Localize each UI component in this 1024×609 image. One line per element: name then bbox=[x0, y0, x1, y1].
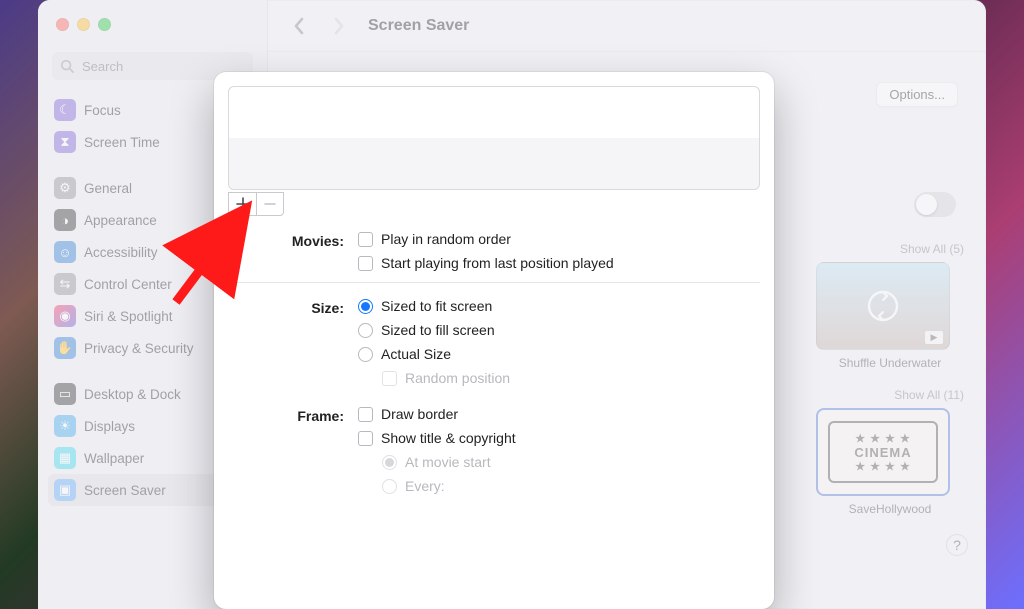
checkbox-icon bbox=[358, 256, 373, 271]
sidebar-item-label: Control Center bbox=[84, 277, 172, 292]
list-row[interactable] bbox=[229, 87, 759, 138]
moon-icon: ☾ bbox=[54, 99, 76, 121]
sidebar-item-label: Screen Time bbox=[84, 135, 160, 150]
section-divider bbox=[228, 282, 760, 283]
show-all-other[interactable]: Show All (11) bbox=[816, 388, 964, 402]
show-all-presets[interactable]: Show All (5) bbox=[816, 242, 964, 256]
page-title: Screen Saver bbox=[368, 17, 469, 35]
sidebar-item-label: Displays bbox=[84, 419, 135, 434]
size-fill-radio[interactable]: Sized to fill screen bbox=[358, 321, 760, 339]
radio-icon bbox=[382, 455, 397, 470]
siri-icon: ◉ bbox=[54, 305, 76, 327]
play-icon: ▶ bbox=[925, 331, 943, 344]
frame-section-label: Frame: bbox=[228, 405, 358, 427]
back-button[interactable] bbox=[288, 15, 310, 37]
add-movie-button[interactable] bbox=[228, 192, 256, 216]
hand-icon: ✋ bbox=[54, 337, 76, 359]
list-row[interactable] bbox=[229, 138, 759, 189]
radio-icon bbox=[382, 479, 397, 494]
checkbox-icon bbox=[358, 232, 373, 247]
sidebar-item-label: Wallpaper bbox=[84, 451, 144, 466]
movies-listbox[interactable] bbox=[228, 86, 760, 190]
dock-icon: ▭ bbox=[54, 383, 76, 405]
radio-icon bbox=[358, 347, 373, 362]
movies-section-label: Movies: bbox=[228, 230, 358, 252]
options-button[interactable]: Options... bbox=[876, 82, 958, 107]
sidebar-item-label: Appearance bbox=[84, 213, 157, 228]
hourglass-icon: ⧗ bbox=[54, 131, 76, 153]
checkbox-icon bbox=[358, 431, 373, 446]
toolbar: Screen Saver bbox=[268, 0, 986, 52]
plus-icon bbox=[236, 197, 250, 211]
thumbnail-shuffle-underwater[interactable]: ▶ bbox=[816, 262, 950, 350]
brightness-icon: ☀ bbox=[54, 415, 76, 437]
radio-icon bbox=[358, 323, 373, 338]
shuffle-icon bbox=[864, 287, 902, 325]
sidebar-item-label: Privacy & Security bbox=[84, 341, 194, 356]
size-section-label: Size: bbox=[228, 297, 358, 319]
zoom-window-button[interactable] bbox=[98, 18, 111, 31]
sidebar-item-label: General bbox=[84, 181, 132, 196]
cinema-ticket-icon: ★ ★ ★ ★ CINEMA ★ ★ ★ ★ bbox=[828, 421, 938, 483]
minimize-window-button[interactable] bbox=[77, 18, 90, 31]
gallery-column: Show All (5) ▶ Shuffle Underwater Show A… bbox=[816, 242, 964, 556]
remove-movie-button[interactable] bbox=[256, 192, 284, 216]
radio-icon bbox=[358, 299, 373, 314]
start-from-last-position-checkbox[interactable]: Start playing from last position played bbox=[358, 254, 760, 272]
checkbox-icon bbox=[358, 407, 373, 422]
appearance-icon: ◑ bbox=[54, 209, 76, 231]
sidebar-item-label: Siri & Spotlight bbox=[84, 309, 173, 324]
thumbnail-label: Shuffle Underwater bbox=[816, 356, 964, 370]
sidebar-item-label: Screen Saver bbox=[84, 483, 166, 498]
size-actual-radio[interactable]: Actual Size bbox=[358, 345, 760, 363]
at-movie-start-radio: At movie start bbox=[358, 453, 760, 471]
show-title-copyright-checkbox[interactable]: Show title & copyright bbox=[358, 429, 760, 447]
sidebar-item-label: Accessibility bbox=[84, 245, 158, 260]
close-window-button[interactable] bbox=[56, 18, 69, 31]
traffic-lights bbox=[56, 18, 111, 31]
sidebar-item-label: Desktop & Dock bbox=[84, 387, 181, 402]
checkbox-icon bbox=[382, 371, 397, 386]
size-fit-radio[interactable]: Sized to fit screen bbox=[358, 297, 760, 315]
help-button[interactable]: ? bbox=[946, 534, 968, 556]
every-interval-radio: Every: bbox=[358, 477, 760, 495]
screensaver-icon: ▣ bbox=[54, 479, 76, 501]
accessibility-icon: ☺ bbox=[54, 241, 76, 263]
chevron-right-icon bbox=[333, 17, 345, 35]
random-position-checkbox: Random position bbox=[358, 369, 760, 387]
chevron-left-icon bbox=[293, 17, 305, 35]
thumbnail-savehollywood[interactable]: ★ ★ ★ ★ CINEMA ★ ★ ★ ★ bbox=[816, 408, 950, 496]
thumbnail-label: SaveHollywood bbox=[816, 502, 964, 516]
active-toggle[interactable] bbox=[914, 192, 956, 217]
sidebar-item-label: Focus bbox=[84, 103, 121, 118]
minus-icon bbox=[263, 197, 277, 211]
wallpaper-icon: ▦ bbox=[54, 447, 76, 469]
play-random-order-checkbox[interactable]: Play in random order bbox=[358, 230, 760, 248]
gear-icon: ⚙ bbox=[54, 177, 76, 199]
draw-border-checkbox[interactable]: Draw border bbox=[358, 405, 760, 423]
screensaver-options-sheet: Movies: Play in random order Start playi… bbox=[214, 72, 774, 609]
forward-button[interactable] bbox=[328, 15, 350, 37]
sliders-icon: ⇆ bbox=[54, 273, 76, 295]
